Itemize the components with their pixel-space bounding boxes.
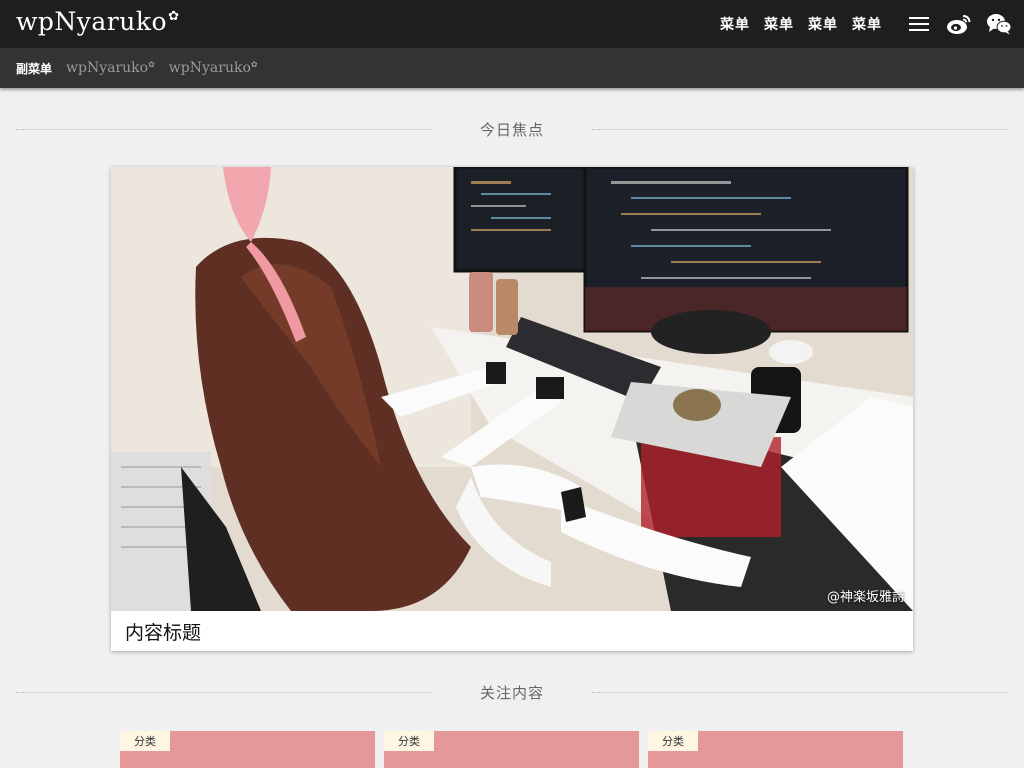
- category-tag[interactable]: 分类: [648, 731, 698, 751]
- nav-item-4[interactable]: 菜单: [852, 14, 882, 34]
- divider-line: [592, 691, 1008, 693]
- divider-line: [592, 128, 1008, 130]
- featured-post-card[interactable]: @神楽坂雅詩 内容标题: [111, 167, 913, 651]
- category-tag[interactable]: 分类: [120, 731, 170, 751]
- focus-section-heading: 今日焦点: [16, 117, 1008, 141]
- sub-nav-link-2-text: wpNyaruko: [168, 60, 251, 76]
- sub-nav-link-2[interactable]: wpNyaruko✿: [169, 60, 258, 76]
- nav-item-1[interactable]: 菜单: [720, 14, 750, 34]
- paw-icon: ✿: [168, 9, 180, 24]
- nav-item-2[interactable]: 菜单: [764, 14, 794, 34]
- logo-text: wpNyaruko: [16, 7, 168, 36]
- paw-icon: ✿: [250, 60, 258, 69]
- paw-icon: ✿: [148, 60, 155, 69]
- sub-nav-bar: 副菜单 wpNyaruko✿ wpNyaruko✿: [0, 48, 1024, 88]
- divider-line: [16, 128, 432, 130]
- follow-cards: 分类 分类 分类: [120, 731, 904, 768]
- weibo-icon[interactable]: [946, 11, 972, 37]
- header-icons: [906, 0, 1012, 48]
- follow-card-1[interactable]: 分类: [120, 731, 375, 768]
- sub-nav-link-1-text: wpNyaruko: [66, 60, 149, 76]
- nav-item-3[interactable]: 菜单: [808, 14, 838, 34]
- follow-section-title: 关注内容: [479, 683, 544, 702]
- follow-card-3[interactable]: 分类: [648, 731, 903, 768]
- sub-nav-link-1[interactable]: wpNyaruko✿: [66, 60, 155, 76]
- menu-icon[interactable]: [906, 11, 932, 37]
- featured-post-title[interactable]: 内容标题: [111, 611, 913, 651]
- featured-photo[interactable]: @神楽坂雅詩: [111, 167, 913, 611]
- top-bar: wpNyaruko✿ 菜单 菜单 菜单 菜单: [0, 0, 1024, 48]
- wechat-icon[interactable]: [986, 11, 1012, 37]
- site-logo[interactable]: wpNyaruko✿: [16, 7, 179, 36]
- focus-section-title: 今日焦点: [479, 120, 544, 139]
- sub-menu-label[interactable]: 副菜单: [16, 60, 52, 77]
- category-tag[interactable]: 分类: [384, 731, 434, 751]
- photo-credit: @神楽坂雅詩: [826, 590, 905, 605]
- follow-card-2[interactable]: 分类: [384, 731, 639, 768]
- follow-section-heading: 关注内容: [16, 680, 1008, 704]
- main-nav: 菜单 菜单 菜单 菜单: [720, 0, 882, 48]
- divider-line: [16, 691, 432, 693]
